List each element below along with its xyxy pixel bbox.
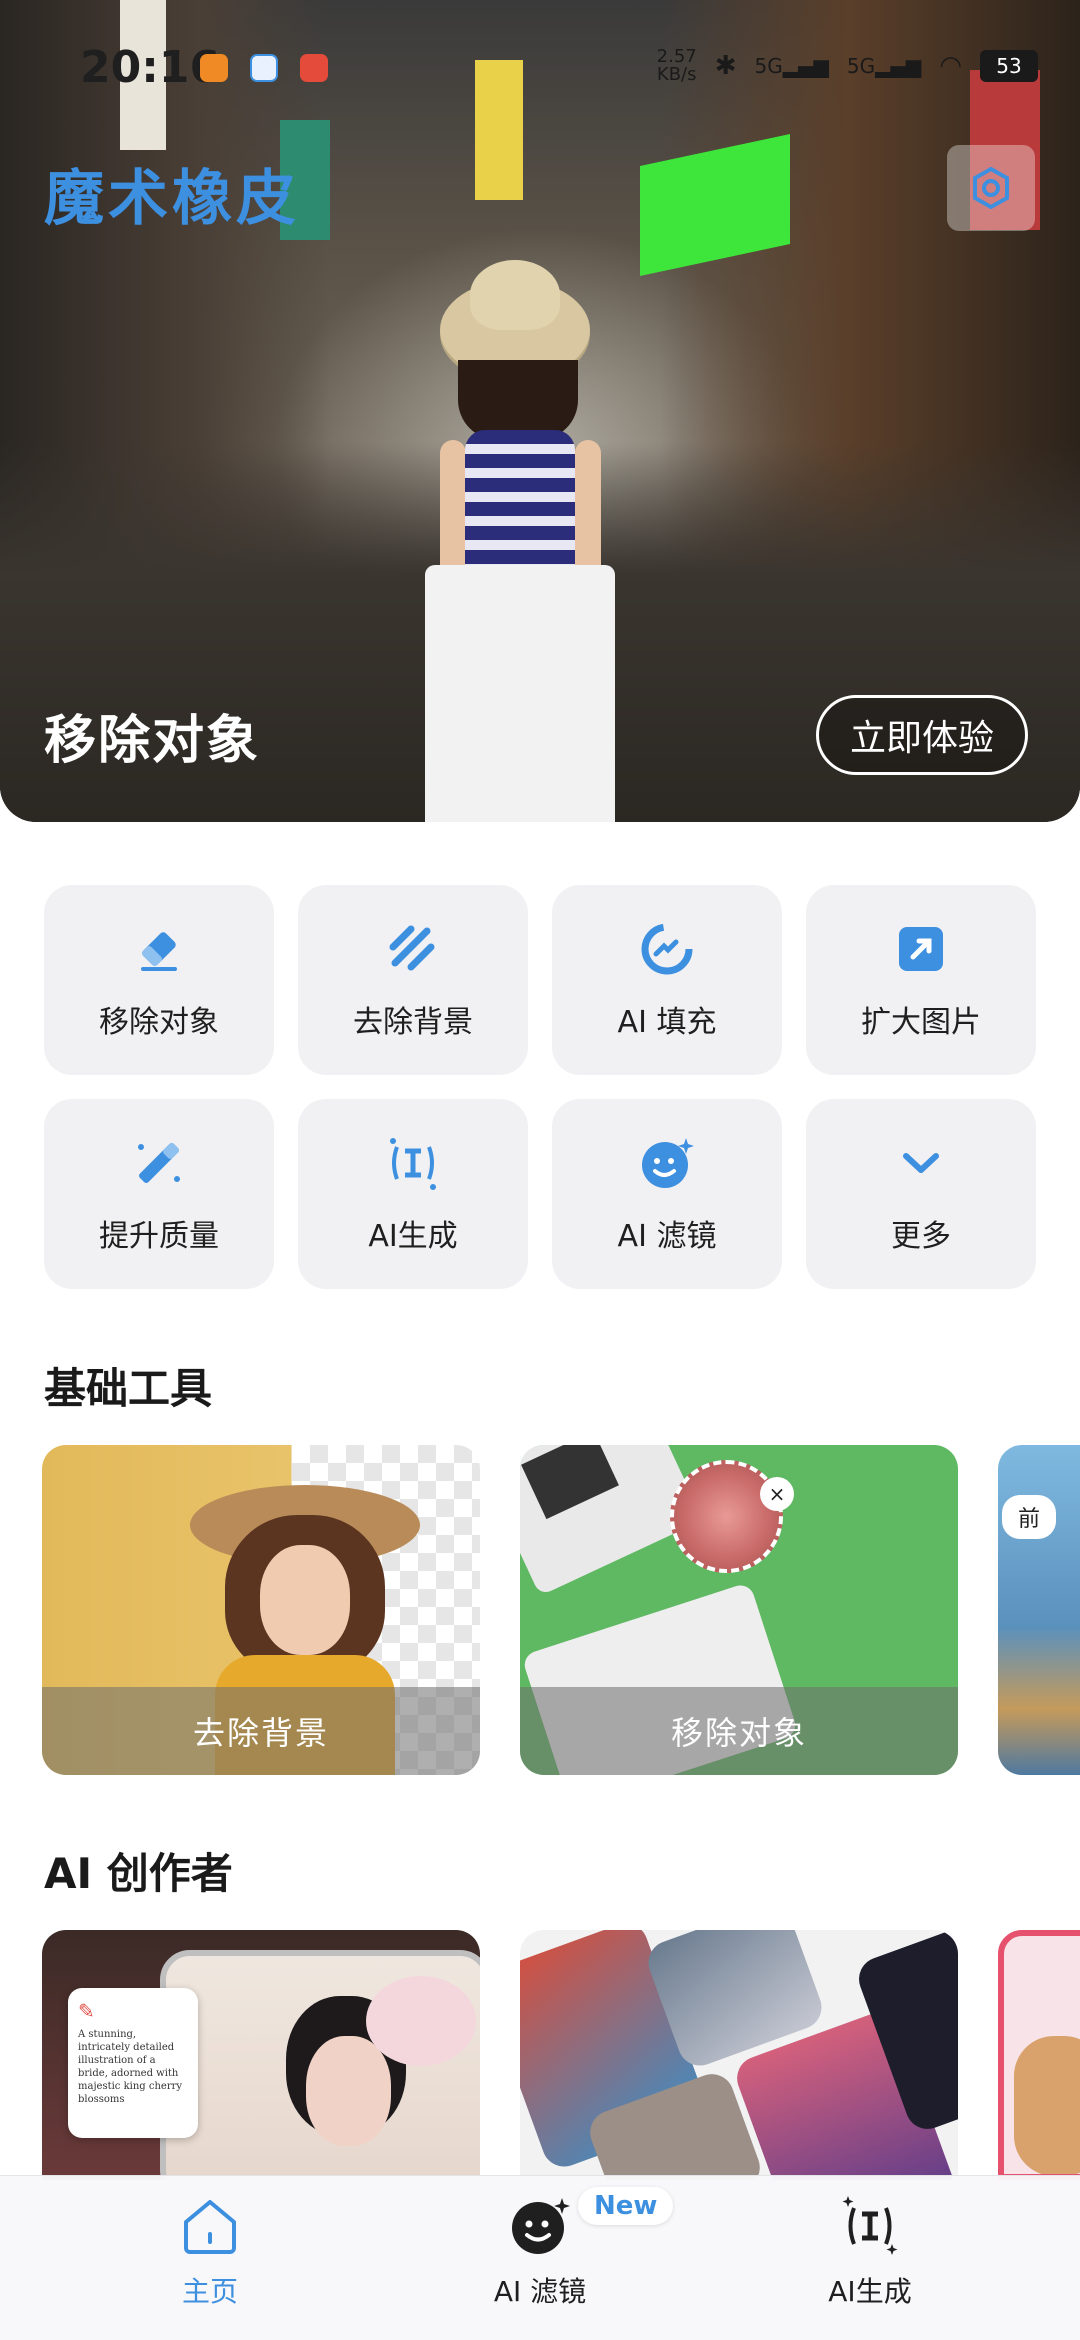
settings-hexagon-icon <box>973 166 1009 210</box>
card-caption: 移除对象 <box>520 1687 958 1775</box>
magic-wand-icon <box>129 1133 189 1193</box>
signal-icon: 5G▂▄▆ <box>846 54 922 78</box>
bluetooth-icon: ✱ <box>714 51 737 81</box>
hero-title: 移除对象 <box>44 711 261 771</box>
tool-more[interactable]: 更多 <box>806 1099 1036 1289</box>
battery-icon: 53 <box>980 50 1038 82</box>
tool-remove-background[interactable]: 去除背景 <box>298 885 528 1075</box>
card-caption: 去除背景 <box>42 1687 480 1775</box>
prompt-card: ✎ A stunning, intricately detailed illus… <box>68 1988 198 2138</box>
ai-generate-icon <box>383 1133 443 1193</box>
magic-wand-icon: ✎ <box>78 1999 95 2023</box>
tool-ai-filter[interactable]: AI 滤镜 <box>552 1099 782 1289</box>
tool-grid: 移除对象 去除背景 AI 填充 扩大图片 提升质量 AI生成 AI 滤镜 更多 <box>44 885 1036 1289</box>
smile-sparkle-icon <box>637 1133 697 1193</box>
bride-image <box>160 1950 480 2180</box>
signal-icon: 5G▂▄▆ <box>754 54 829 78</box>
settings-button[interactable] <box>947 145 1035 231</box>
notification-app-icon <box>300 54 328 82</box>
section-title-ai-creator: AI 创作者 <box>44 1849 233 1898</box>
tool-ai-fill[interactable]: AI 填充 <box>552 885 782 1075</box>
tab-ai-generate[interactable]: AI生成 <box>740 2194 1000 2324</box>
tool-enhance-quality[interactable]: 提升质量 <box>44 1099 274 1289</box>
card-remove-object[interactable]: × 移除对象 <box>520 1445 958 1775</box>
card-partial[interactable]: 前 <box>998 1445 1080 1775</box>
chevron-down-icon <box>891 1133 951 1193</box>
section-title-basic-tools: 基础工具 <box>44 1364 213 1413</box>
eraser-icon <box>129 919 189 979</box>
close-icon[interactable]: × <box>760 1477 794 1511</box>
bottom-tab-bar: 主页 AI 滤镜 AI生成 <box>0 2175 1080 2340</box>
expand-icon <box>891 919 951 979</box>
prompt-text: A stunning, intricately detailed illustr… <box>78 2029 183 2105</box>
tool-remove-object[interactable]: 移除对象 <box>44 885 274 1075</box>
home-icon <box>184 2200 236 2254</box>
cup-image <box>670 1460 783 1573</box>
tool-ai-generate[interactable]: AI生成 <box>298 1099 528 1289</box>
ai-card-anime[interactable] <box>520 1930 958 2180</box>
pet-image <box>1014 2036 1080 2174</box>
network-speed: 2.57 KB/s <box>656 46 697 85</box>
ai-card-bride[interactable]: ✎ A stunning, intricately detailed illus… <box>42 1930 480 2180</box>
ai-generate-icon <box>842 2196 898 2255</box>
tool-expand-image[interactable]: 扩大图片 <box>806 885 1036 1075</box>
tab-label: 主页 <box>181 2275 238 2308</box>
status-bar: 20:16 2.57 KB/s ✱ 5G▂▄▆ 5G▂▄▆ ◠ 53 <box>0 0 1080 130</box>
hero-person <box>410 260 630 822</box>
notification-app-icon <box>250 54 278 82</box>
smile-sparkle-icon <box>512 2198 570 2254</box>
before-tag: 前 <box>1002 1495 1057 1539</box>
app-title: 魔术橡皮 <box>44 164 300 234</box>
notification-app-icon <box>200 54 228 82</box>
tab-label: AI 滤镜 <box>493 2275 587 2308</box>
ai-fill-icon <box>637 919 697 979</box>
card-remove-background[interactable]: 去除背景 <box>42 1445 480 1775</box>
try-now-button[interactable]: 立即体验 <box>816 695 1028 775</box>
wifi-icon: ◠ <box>939 51 962 81</box>
tab-label: AI生成 <box>828 2275 912 2308</box>
stripes-icon <box>383 919 443 979</box>
new-badge: New <box>578 2187 674 2225</box>
tab-home[interactable]: 主页 <box>80 2194 340 2324</box>
ai-card-partial[interactable] <box>998 1930 1080 2180</box>
